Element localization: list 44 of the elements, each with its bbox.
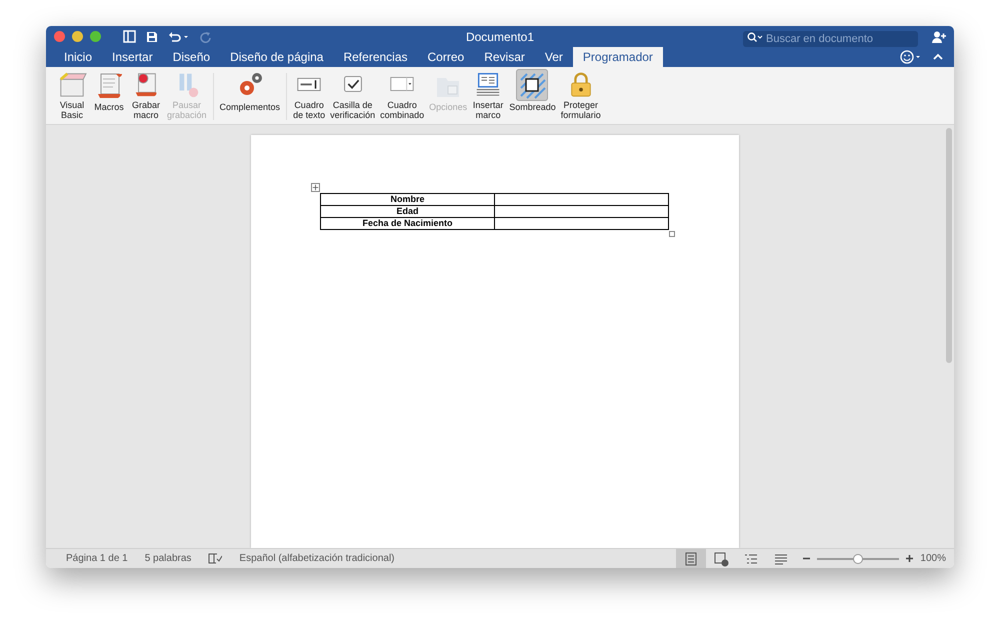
ribbon-tab[interactable]: Insertar [102, 47, 163, 67]
view-button[interactable] [676, 549, 706, 568]
table-cell: Fecha de Nacimiento [320, 218, 494, 230]
proofing-book-icon[interactable] [208, 553, 222, 564]
ribbon-button[interactable]: Grabar macro [128, 69, 164, 120]
table-resize-handle[interactable] [669, 231, 675, 237]
ribbon-button[interactable]: Macros [91, 69, 127, 120]
add-person-icon[interactable] [932, 30, 946, 42]
ribbon-tab[interactable]: Inicio [54, 47, 102, 67]
language-label[interactable]: Español (alfabetización tradicional) [239, 553, 395, 564]
zoom-percentage[interactable]: 100% [920, 553, 946, 564]
table-cell: Edad [320, 206, 494, 218]
ribbon-button[interactable]: Cuadro combinado [378, 69, 426, 120]
save-icon[interactable] [146, 30, 158, 42]
zoom-button[interactable] [90, 31, 101, 42]
sidebar-icon[interactable] [123, 30, 136, 43]
search-icon [747, 32, 763, 42]
ribbon-button[interactable]: Cuadro de texto [291, 69, 328, 120]
web-page-icon [713, 550, 730, 566]
ribbon-tab[interactable]: Revisar [474, 47, 535, 67]
ribbon-button[interactable]: Casilla de verificación [328, 69, 378, 120]
zoom-in-icon[interactable] [905, 554, 914, 563]
page-count[interactable]: Página 1 de 1 [66, 553, 128, 564]
smiley-icon[interactable] [900, 50, 922, 64]
ribbon-button[interactable]: Proteger formulario [558, 69, 603, 120]
search-field[interactable]: Buscar en documento [743, 30, 918, 46]
ribbon-tab[interactable]: Referencias [333, 47, 418, 67]
ribbon-button[interactable]: Insertar marco [470, 69, 506, 120]
ribbon-tab[interactable]: Ver [534, 47, 573, 67]
window-title: Documento1 [466, 30, 534, 44]
ribbon-button[interactable]: Sombreado [507, 69, 558, 120]
ribbon-tab[interactable]: Diseño de página [220, 47, 334, 67]
ribbon-button[interactable]: Visual Basic [54, 69, 90, 120]
page-icon [683, 550, 700, 566]
ribbon-tab[interactable]: Diseño [162, 47, 220, 67]
minimize-button[interactable] [72, 31, 83, 42]
undo-icon[interactable] [168, 30, 190, 42]
collapse-icon[interactable] [932, 52, 944, 62]
ribbon-tab[interactable]: Correo [418, 47, 474, 67]
ribbon-button[interactable]: Complementos [218, 69, 282, 120]
table-move-handle[interactable] [311, 183, 320, 192]
ribbon-tab[interactable]: Programador [572, 47, 663, 67]
table-cell: Nombre [320, 194, 494, 206]
word-count[interactable]: 5 palabras [144, 553, 192, 564]
